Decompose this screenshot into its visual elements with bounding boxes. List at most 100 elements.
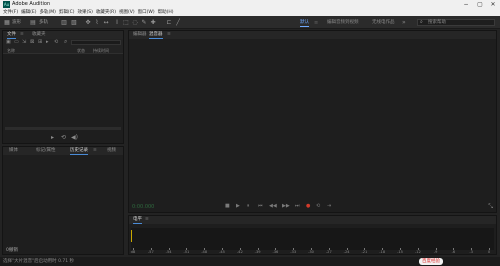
- level-scale-label: -45: [219, 250, 225, 254]
- spectral-frequency-icon[interactable]: ▥: [60, 19, 68, 26]
- level-scale-label: 0: [487, 250, 491, 254]
- level-meter: [131, 228, 494, 250]
- close-button[interactable]: ✕: [486, 0, 500, 9]
- level-scale-label: -18: [379, 250, 386, 254]
- loop-preview-icon[interactable]: ⟲: [54, 39, 58, 46]
- zoom-tool-icon[interactable]: ⤡: [488, 203, 493, 211]
- open-file-icon[interactable]: ▭: [14, 39, 19, 46]
- level-scale-label: -39: [254, 250, 261, 254]
- tab-favorites[interactable]: 收藏夹: [32, 31, 46, 39]
- menu-clip[interactable]: 剪辑(C): [59, 9, 75, 16]
- tab-history[interactable]: 历史记录: [70, 147, 88, 155]
- workspace-default-tab[interactable]: 默认: [300, 18, 309, 27]
- audition-app-icon: Au: [3, 1, 10, 8]
- multitrack-icon[interactable]: ▤: [29, 19, 37, 26]
- record-icon[interactable]: ●: [306, 202, 310, 210]
- volume-icon[interactable]: ◀): [71, 134, 78, 141]
- column-status[interactable]: 状态: [77, 47, 85, 54]
- watermark-badge: 百度经验: [419, 258, 443, 265]
- files-search-input[interactable]: [71, 40, 121, 45]
- tab-video[interactable]: 视频: [107, 147, 116, 155]
- skip-to-start-icon[interactable]: ⏮: [258, 202, 263, 210]
- menu-help[interactable]: 帮助(H): [158, 9, 174, 16]
- editor-panel-menu-icon[interactable]: ≡: [167, 31, 171, 39]
- level-scale-label: -57: [147, 250, 154, 254]
- new-file-icon[interactable]: ▣: [6, 39, 11, 46]
- tab-editor[interactable]: 编辑器: [133, 31, 147, 39]
- column-duration[interactable]: 持续时间: [93, 47, 109, 54]
- fast-forward-icon[interactable]: ▶▶: [282, 202, 290, 210]
- tab-markers-properties[interactable]: 标记/属性: [36, 147, 56, 155]
- menu-window[interactable]: 窗口(W): [138, 9, 155, 16]
- minimize-button[interactable]: −: [459, 0, 473, 9]
- help-search-input[interactable]: ⌕ 搜索帮助: [417, 19, 495, 26]
- files-panel-menu-icon[interactable]: ≡: [20, 31, 24, 39]
- spot-healing-icon[interactable]: ✚: [149, 19, 157, 26]
- current-time-display[interactable]: 0:00.000: [132, 204, 154, 210]
- level-scale-label: -6: [451, 250, 456, 254]
- play-preview-icon[interactable]: ▸: [51, 134, 54, 141]
- level-scale-label: -3: [469, 250, 473, 254]
- razor-tool-icon[interactable]: ⌇: [93, 19, 101, 26]
- level-panel-menu-icon[interactable]: ≡: [145, 216, 149, 224]
- skip-selection-icon[interactable]: ⇥: [327, 202, 331, 210]
- level-scale-label: -9: [433, 250, 438, 254]
- import-file-icon[interactable]: ⇲: [22, 39, 26, 46]
- skip-to-end-icon[interactable]: ⏭: [295, 202, 300, 210]
- waveform-icon[interactable]: ▦: [3, 19, 11, 26]
- waveform-view-button[interactable]: 波形: [12, 19, 21, 26]
- menu-file[interactable]: 文件(F): [3, 9, 18, 16]
- level-scale-label: -51: [183, 250, 190, 254]
- rewind-icon[interactable]: ◀◀: [269, 202, 277, 210]
- menu-effects[interactable]: 效果(S): [78, 9, 93, 16]
- level-panel-tabs: 电平 ≡: [129, 216, 496, 224]
- paintbrush-icon[interactable]: ✎: [140, 19, 148, 26]
- spectral-pitch-icon[interactable]: ▧: [70, 19, 78, 26]
- workspace-edit-audio-video-tab[interactable]: 编辑音频到视频: [327, 18, 359, 27]
- maximize-button[interactable]: ▢: [473, 0, 487, 9]
- undo-count: 0撤销: [6, 248, 18, 253]
- history-panel-menu-icon[interactable]: ≡: [93, 147, 97, 155]
- tab-mixer[interactable]: 混音器: [149, 31, 163, 39]
- menu-bar: 文件(F) 编辑(E) 多轨(M) 剪辑(C) 效果(S) 收藏夹(R) 视图(…: [0, 9, 500, 16]
- level-scale-label: -27: [325, 250, 332, 254]
- level-scale-label: -12: [414, 250, 421, 254]
- multitrack-view-button[interactable]: 多轨: [39, 19, 48, 26]
- level-meter-panel: 电平 ≡ dB -57 -54 -51 -48 -45 -42 -39 -36 -33 -30 -27…: [128, 215, 497, 255]
- level-meter-scale: dB -57 -54 -51 -48 -45 -42 -39 -36 -33 -30 -27 -24 -2…: [129, 250, 496, 255]
- insert-into-multitrack-icon[interactable]: ⊞: [38, 39, 42, 46]
- toolbar: ▦ 波形 ▤ 多轨 ▥ ▧ ✥ ⌇ ↔ I ⬚ ◌ ✎ ✚ ⊏ ╱ 默认 ≡ 编…: [0, 16, 500, 29]
- pause-icon[interactable]: ⏸: [247, 202, 250, 210]
- marquee-selection-icon[interactable]: ⬚: [122, 19, 130, 26]
- play-icon[interactable]: ▶: [236, 202, 240, 210]
- tab-files[interactable]: 文件: [7, 31, 16, 39]
- level-meter-peak-marker: [131, 230, 132, 242]
- files-search-icon[interactable]: ⌕: [64, 38, 67, 45]
- close-file-icon[interactable]: ⊠: [30, 39, 34, 46]
- tab-media[interactable]: 媒体: [9, 147, 18, 155]
- workspace-radio-tab[interactable]: 无线电作品: [372, 18, 395, 27]
- stop-icon[interactable]: ■: [225, 202, 230, 210]
- snap-icon[interactable]: ⊏: [165, 19, 173, 26]
- time-selection-icon[interactable]: I: [113, 19, 121, 26]
- menu-edit[interactable]: 编辑(E): [21, 9, 36, 16]
- column-name[interactable]: 名称: [7, 47, 15, 54]
- menu-favorites[interactable]: 收藏夹(R): [96, 9, 116, 16]
- menu-view[interactable]: 视图(V): [119, 9, 135, 16]
- autoplay-icon[interactable]: ▸: [46, 39, 49, 46]
- level-scale-label: -54: [165, 250, 172, 254]
- files-column-headers: 名称 状态 持续时间: [3, 47, 123, 54]
- slip-tool-icon[interactable]: ↔: [102, 19, 110, 26]
- level-scale-label: -21: [361, 250, 368, 254]
- menu-multitrack[interactable]: 多轨(M): [39, 9, 55, 16]
- pencil-icon[interactable]: ╱: [174, 19, 182, 26]
- tab-levels[interactable]: 电平: [133, 216, 142, 224]
- editor-panel: 编辑器 混音器 ≡ 0:00.000 ■ ▶ ⏸ ⏮ ◀◀ ▶▶ ⏭ ● ⟲ ⇥…: [128, 30, 497, 213]
- level-scale-label: -36: [272, 250, 279, 254]
- move-tool-icon[interactable]: ✥: [84, 19, 92, 26]
- files-horizontal-scrollbar[interactable]: [5, 127, 121, 130]
- loop-icon[interactable]: ⟲: [61, 134, 66, 141]
- more-workspaces-button[interactable]: »: [402, 18, 406, 27]
- lasso-selection-icon[interactable]: ◌: [131, 19, 139, 26]
- loop-playback-icon[interactable]: ⟲: [316, 202, 320, 210]
